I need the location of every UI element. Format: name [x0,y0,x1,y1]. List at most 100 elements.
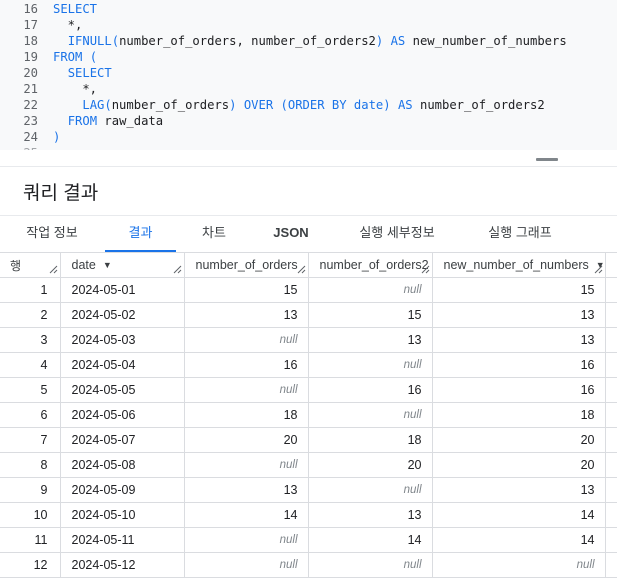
table-row[interactable]: 8 2024-05-08 null 20 20 [0,452,617,478]
cell-row-number[interactable]: 6 [0,402,61,428]
cell-new-number-of-numbers[interactable]: 13 [432,302,606,328]
resize-handle-icon[interactable] [536,158,558,161]
cell-new-number-of-numbers[interactable]: 18 [432,402,606,428]
cell-number-of-orders[interactable]: null [184,377,309,403]
cell-number-of-orders2[interactable]: 16 [308,377,433,403]
code-line[interactable]: 16 SELECT [0,1,617,17]
cell-row-number[interactable]: 11 [0,527,61,553]
table-row[interactable]: 9 2024-05-09 13 null 13 [0,477,617,503]
table-row[interactable]: 12 2024-05-12 null null null [0,552,617,578]
cell-number-of-orders[interactable]: 14 [184,502,309,528]
column-header-date[interactable]: date ▼ [60,252,185,278]
code-line[interactable]: 24) [0,129,617,145]
table-row[interactable]: 6 2024-05-06 18 null 18 [0,402,617,428]
table-row[interactable]: 5 2024-05-05 null 16 16 [0,377,617,403]
code-line[interactable]: 17 *, [0,17,617,33]
tab-json[interactable]: JSON [268,216,314,252]
tab-results[interactable]: 결과 [105,216,176,252]
cell-new-number-of-numbers[interactable]: 16 [432,352,606,378]
cell-number-of-orders2[interactable]: null [308,402,433,428]
cell-date[interactable]: 2024-05-11 [60,527,185,553]
table-row[interactable]: 1 2024-05-01 15 null 15 [0,277,617,303]
column-header-number-of-orders2[interactable]: number_of_orders2 [308,252,433,278]
cell-row-number[interactable]: 4 [0,352,61,378]
cell-row-number[interactable]: 2 [0,302,61,328]
cell-number-of-orders2[interactable]: 14 [308,527,433,553]
tab-chart[interactable]: 차트 [196,216,232,252]
cell-date[interactable]: 2024-05-10 [60,502,185,528]
code-line[interactable]: 23 FROM raw_data [0,113,617,129]
code-line[interactable]: 21 *, [0,81,617,97]
cell-date[interactable]: 2024-05-06 [60,402,185,428]
cell-date[interactable]: 2024-05-07 [60,427,185,453]
cell-number-of-orders[interactable]: 16 [184,352,309,378]
cell-row-number[interactable]: 1 [0,277,61,303]
cell-row-number[interactable]: 5 [0,377,61,403]
column-header-new-number-of-numbers[interactable]: new_number_of_numbers ▼ [432,252,606,278]
cell-number-of-orders2[interactable]: null [308,277,433,303]
table-row[interactable]: 4 2024-05-04 16 null 16 [0,352,617,378]
cell-new-number-of-numbers[interactable]: 20 [432,427,606,453]
cell-new-number-of-numbers[interactable]: 16 [432,377,606,403]
cell-number-of-orders2[interactable]: 15 [308,302,433,328]
cell-number-of-orders[interactable]: 18 [184,402,309,428]
cell-date[interactable]: 2024-05-03 [60,327,185,353]
cell-number-of-orders2[interactable]: null [308,352,433,378]
cell-number-of-orders[interactable]: null [184,452,309,478]
tab-execution-details[interactable]: 실행 세부정보 [352,216,442,252]
cell-new-number-of-numbers[interactable]: 20 [432,452,606,478]
cell-number-of-orders[interactable]: null [184,552,309,578]
cell-number-of-orders[interactable]: 15 [184,277,309,303]
column-resize-icon[interactable] [421,265,430,274]
cell-new-number-of-numbers[interactable]: 13 [432,477,606,503]
cell-new-number-of-numbers[interactable]: 14 [432,502,606,528]
cell-row-number[interactable]: 3 [0,327,61,353]
tab-job-info[interactable]: 작업 정보 [22,216,82,252]
cell-date[interactable]: 2024-05-04 [60,352,185,378]
column-resize-icon[interactable] [173,265,182,274]
column-resize-icon[interactable] [297,265,306,274]
cell-date[interactable]: 2024-05-02 [60,302,185,328]
cell-date[interactable]: 2024-05-09 [60,477,185,503]
table-row[interactable]: 2 2024-05-02 13 15 13 [0,302,617,328]
code-line[interactable]: 22 LAG(number_of_orders) OVER (ORDER BY … [0,97,617,113]
cell-number-of-orders[interactable]: 20 [184,427,309,453]
cell-new-number-of-numbers[interactable]: 14 [432,527,606,553]
cell-new-number-of-numbers[interactable]: 13 [432,327,606,353]
code-line[interactable]: 20 SELECT [0,65,617,81]
code-line[interactable]: 18 IFNULL(number_of_orders, number_of_or… [0,33,617,49]
cell-date[interactable]: 2024-05-05 [60,377,185,403]
column-resize-icon[interactable] [594,265,603,274]
editor-resize-bar[interactable] [0,150,617,167]
cell-number-of-orders2[interactable]: 13 [308,327,433,353]
column-resize-icon[interactable] [49,265,58,274]
cell-number-of-orders[interactable]: 13 [184,302,309,328]
tab-execution-graph[interactable]: 실행 그래프 [482,216,558,252]
cell-row-number[interactable]: 7 [0,427,61,453]
cell-row-number[interactable]: 8 [0,452,61,478]
cell-number-of-orders2[interactable]: 20 [308,452,433,478]
cell-row-number[interactable]: 12 [0,552,61,578]
sort-down-icon[interactable]: ▼ [103,260,112,270]
cell-number-of-orders[interactable]: 13 [184,477,309,503]
cell-new-number-of-numbers[interactable]: 15 [432,277,606,303]
column-header-number-of-orders[interactable]: number_of_orders [184,252,309,278]
sql-editor[interactable]: 16 SELECT 17 *, 18 IFNULL(number_of_orders,… [0,0,617,150]
cell-number-of-orders[interactable]: null [184,527,309,553]
cell-date[interactable]: 2024-05-08 [60,452,185,478]
cell-number-of-orders[interactable]: null [184,327,309,353]
cell-number-of-orders2[interactable]: 18 [308,427,433,453]
cell-row-number[interactable]: 10 [0,502,61,528]
cell-number-of-orders2[interactable]: 13 [308,502,433,528]
cell-new-number-of-numbers[interactable]: null [432,552,606,578]
cell-date[interactable]: 2024-05-01 [60,277,185,303]
cell-number-of-orders2[interactable]: null [308,477,433,503]
table-row[interactable]: 11 2024-05-11 null 14 14 [0,527,617,553]
cell-row-number[interactable]: 9 [0,477,61,503]
table-row[interactable]: 10 2024-05-10 14 13 14 [0,502,617,528]
code-line[interactable]: 19 FROM ( [0,49,617,65]
table-row[interactable]: 7 2024-05-07 20 18 20 [0,427,617,453]
table-row[interactable]: 3 2024-05-03 null 13 13 [0,327,617,353]
cell-number-of-orders2[interactable]: null [308,552,433,578]
cell-date[interactable]: 2024-05-12 [60,552,185,578]
